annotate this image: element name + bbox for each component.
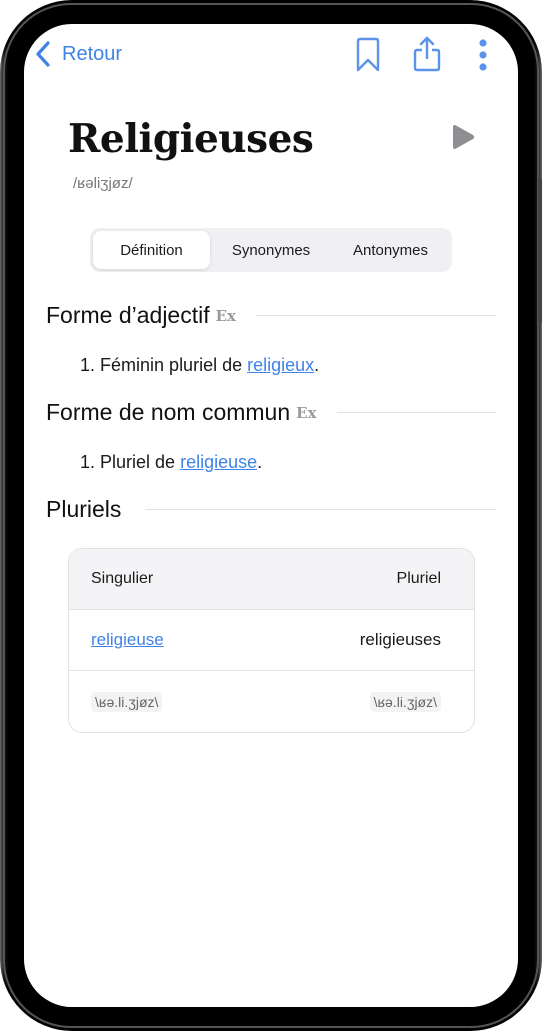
section-header-pluriels: Pluriels — [46, 496, 496, 523]
tab-synonymes[interactable]: Synonymes — [210, 231, 332, 269]
definition-item: 1. Féminin pluriel de religieux. — [80, 355, 319, 376]
back-label: Retour — [62, 42, 123, 65]
definition-number: 1. — [80, 355, 96, 375]
section-header-adjectif: Forme d’adjectif Ex — [46, 302, 496, 329]
column-header-singulier: Singulier — [91, 570, 154, 587]
section-divider — [336, 412, 496, 413]
column-header-pluriel: Pluriel — [396, 570, 441, 587]
section-title: Pluriels — [46, 496, 122, 522]
singular-phonetic: \ʁə.li.ʒjøz\ — [91, 691, 163, 712]
plural-phonetic: \ʁə.li.ʒjøz\ — [369, 691, 441, 712]
tab-definition[interactable]: Définition — [93, 231, 210, 269]
definition-text: Féminin pluriel de — [100, 355, 248, 375]
phonetic-transcription: /ʁəliʒjøz/ — [73, 175, 133, 192]
definition-number: 1. — [80, 452, 96, 472]
section-divider — [256, 315, 496, 316]
back-button[interactable]: Retour — [34, 40, 122, 68]
table-row: religieuse religieuses — [69, 610, 474, 671]
section-divider — [145, 509, 496, 510]
definition-text: Pluriel de — [100, 452, 181, 472]
plural-table: Singulier Pluriel religieuse religieuses… — [68, 548, 475, 733]
bookmark-button[interactable] — [355, 37, 381, 73]
chevron-left-icon — [36, 41, 50, 67]
share-button[interactable] — [412, 35, 442, 73]
definition-item: 1. Pluriel de religieuse. — [80, 452, 262, 473]
definition-suffix: . — [257, 452, 263, 472]
play-pronunciation-button[interactable] — [450, 123, 476, 156]
definition-suffix: . — [314, 355, 320, 375]
tab-antonymes[interactable]: Antonymes — [332, 231, 449, 269]
section-title: Forme de nom commun — [46, 399, 291, 425]
definition-link-religieuse[interactable]: religieuse — [180, 452, 257, 472]
section-title: Forme d’adjectif — [46, 302, 210, 328]
top-navigation-bar: Retour — [24, 24, 518, 84]
screen: Retour Religieuses /ʁəliʒjøz/ Définition… — [24, 24, 518, 1007]
side-button — [538, 178, 542, 323]
phone-frame: Retour Religieuses /ʁəliʒjøz/ Définition… — [0, 0, 542, 1031]
more-vertical-icon — [479, 39, 487, 71]
more-options-button[interactable] — [475, 38, 491, 72]
tab-segmented-control: Définition Synonymes Antonymes — [90, 228, 452, 272]
examples-badge[interactable]: Ex — [296, 404, 316, 422]
singular-link[interactable]: religieuse — [91, 630, 164, 650]
definition-link-religieux[interactable]: religieux — [247, 355, 314, 375]
plural-cell: religieuses — [359, 630, 441, 649]
share-icon — [413, 36, 441, 72]
headword-title: Religieuses — [68, 116, 314, 162]
section-header-nom-commun: Forme de nom commun Ex — [46, 399, 496, 426]
table-header-row: Singulier Pluriel — [69, 549, 474, 610]
play-icon — [453, 125, 475, 149]
table-row-phonetic: \ʁə.li.ʒjøz\ \ʁə.li.ʒjøz\ — [69, 671, 474, 732]
examples-badge[interactable]: Ex — [216, 307, 236, 325]
bookmark-icon — [356, 37, 380, 72]
